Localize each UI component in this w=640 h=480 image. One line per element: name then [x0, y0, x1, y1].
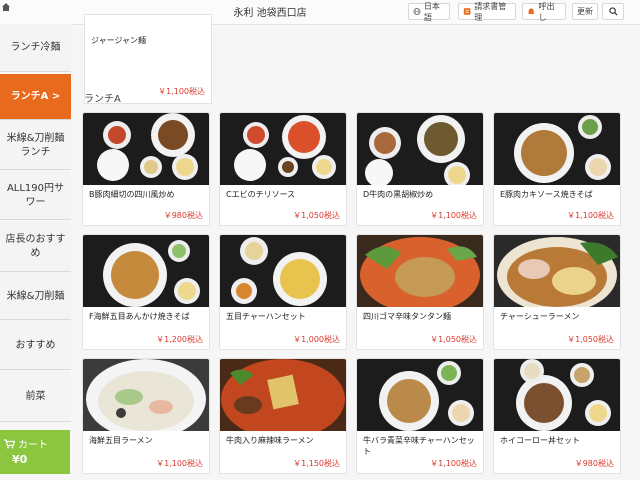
menu-card[interactable]: 牛肉入り麻辣味ラーメン ￥1,150税込 — [219, 358, 347, 474]
food-image — [357, 359, 483, 431]
home-button[interactable] — [0, 0, 12, 14]
menu-item-price: ￥1,150税込 — [293, 459, 340, 468]
menu-card[interactable]: Cエビのチリソース ￥1,050税込 — [219, 112, 347, 226]
food-image — [83, 235, 209, 307]
menu-item-price: ￥1,000税込 — [293, 335, 340, 344]
menu-card[interactable]: チャーシューラーメン ￥1,050税込 — [493, 234, 621, 350]
bill-label: 請求書管理 — [474, 1, 507, 22]
menu-card[interactable]: E豚肉カキソース焼きそば ￥1,100税込 — [493, 112, 621, 226]
menu-item-name: 牛肉入り麻辣味ラーメン — [226, 436, 314, 445]
food-image — [83, 359, 209, 431]
store-name: 永利 池袋西口店 — [233, 8, 307, 19]
menu-item-price: ￥1,200税込 — [156, 335, 203, 344]
menu-item-price: ￥980税込 — [163, 211, 203, 220]
menu-item-price: ￥1,100税込 — [158, 87, 205, 96]
sidebar-item-recommend[interactable]: おすすめ — [0, 322, 71, 370]
menu-item-price: ￥1,100税込 — [430, 459, 477, 468]
bill-button[interactable]: 請求書管理 — [458, 1, 516, 22]
menu-content: ジャージャン麺 ￥1,100税込 ランチA B豚肉細切の四川風炒め ￥980税込… — [76, 14, 636, 480]
menu-card[interactable]: B豚肉細切の四川風炒め ￥980税込 — [82, 112, 210, 226]
menu-item-name: F海鮮五目あんかけ焼きそば — [89, 312, 190, 321]
menu-item-name: ホイコーロー丼セット — [500, 436, 580, 445]
menu-item-name: D牛肉の黒胡椒炒め — [363, 190, 434, 199]
menu-card[interactable]: 牛バラ青菜辛味チャーハンセット ￥1,100税込 — [356, 358, 484, 474]
sidebar-item-lunch-a[interactable]: ランチA > — [0, 74, 71, 120]
sidebar-item-sour[interactable]: ALL190円サワー — [0, 172, 71, 220]
food-image — [494, 359, 620, 431]
cart-icon — [4, 438, 15, 448]
menu-item-name: E豚肉カキソース焼きそば — [500, 190, 593, 199]
home-icon — [2, 3, 10, 11]
refresh-label: 更新 — [577, 7, 593, 16]
globe-icon — [413, 7, 421, 16]
sidebar-item-lunch-reimen[interactable]: ランチ冷麺 — [0, 24, 71, 72]
menu-item-name: Cエビのチリソース — [226, 190, 296, 199]
menu-item-name: 牛バラ青菜辛味チャーハンセット — [363, 436, 475, 456]
food-image — [220, 113, 346, 185]
sidebar-item-noodle-lunch[interactable]: 米線&刀削麺ランチ — [0, 122, 71, 170]
food-image — [220, 235, 346, 307]
menu-card[interactable]: D牛肉の黒胡椒炒め ￥1,100税込 — [356, 112, 484, 226]
menu-item-name: 五目チャーハンセット — [226, 312, 306, 321]
call-label: 呼出し — [538, 1, 555, 22]
search-icon — [608, 7, 618, 16]
cart-total: ¥0 — [12, 453, 28, 466]
food-image — [83, 113, 209, 185]
bill-icon — [463, 8, 471, 15]
menu-item-price: ￥1,100税込 — [156, 459, 203, 468]
screen: 永利 池袋西口店 日本語 請求書管理 呼出し 更新 ランチ冷麺 ランチA > 米… — [0, 0, 640, 480]
cart-button[interactable]: カート ¥0 — [0, 430, 70, 474]
food-image — [494, 113, 620, 185]
menu-item-price: ￥980税込 — [574, 459, 614, 468]
menu-item-price: ￥1,050税込 — [430, 335, 477, 344]
menu-item-name: 海鮮五目ラーメン — [89, 436, 153, 445]
sidebar-item-manager-recommend[interactable]: 店長のおすすめ — [0, 222, 71, 272]
cart-label: カート — [18, 440, 48, 451]
menu-item-name: 四川ゴマ辛味タンタン麺 — [363, 312, 451, 321]
menu-item-price: ￥1,100税込 — [430, 211, 477, 220]
food-image — [494, 235, 620, 307]
section-title: ランチA — [84, 94, 121, 105]
menu-item-name: ジャージャン麺 — [91, 36, 147, 45]
menu-item-price: ￥1,100税込 — [567, 211, 614, 220]
menu-card[interactable]: F海鮮五目あんかけ焼きそば ￥1,200税込 — [82, 234, 210, 350]
menu-card[interactable]: ホイコーロー丼セット ￥980税込 — [493, 358, 621, 474]
food-image — [357, 113, 483, 185]
menu-item-price: ￥1,050税込 — [567, 335, 614, 344]
menu-item-price: ￥1,050税込 — [293, 211, 340, 220]
refresh-button[interactable]: 更新 — [572, 3, 598, 20]
menu-card[interactable]: 四川ゴマ辛味タンタン麺 ￥1,050税込 — [356, 234, 484, 350]
language-button[interactable]: 日本語 — [408, 1, 450, 22]
category-sidebar: ランチ冷麺 ランチA > 米線&刀削麺ランチ ALL190円サワー 店長のおすす… — [0, 24, 74, 480]
menu-item-name: チャーシューラーメン — [500, 312, 580, 321]
call-button[interactable]: 呼出し — [522, 1, 566, 22]
search-button[interactable] — [602, 3, 624, 20]
bell-icon — [528, 8, 535, 15]
menu-card[interactable]: 五目チャーハンセット ￥1,000税込 — [219, 234, 347, 350]
food-image — [220, 359, 346, 431]
sidebar-item-appetizer[interactable]: 前菜 — [0, 372, 71, 422]
food-image — [357, 235, 483, 307]
menu-card[interactable]: 海鮮五目ラーメン ￥1,100税込 — [82, 358, 210, 474]
sidebar-item-noodle[interactable]: 米線&刀削麺 — [0, 274, 71, 320]
language-label: 日本語 — [423, 1, 440, 22]
menu-item-name: B豚肉細切の四川風炒め — [89, 190, 175, 199]
